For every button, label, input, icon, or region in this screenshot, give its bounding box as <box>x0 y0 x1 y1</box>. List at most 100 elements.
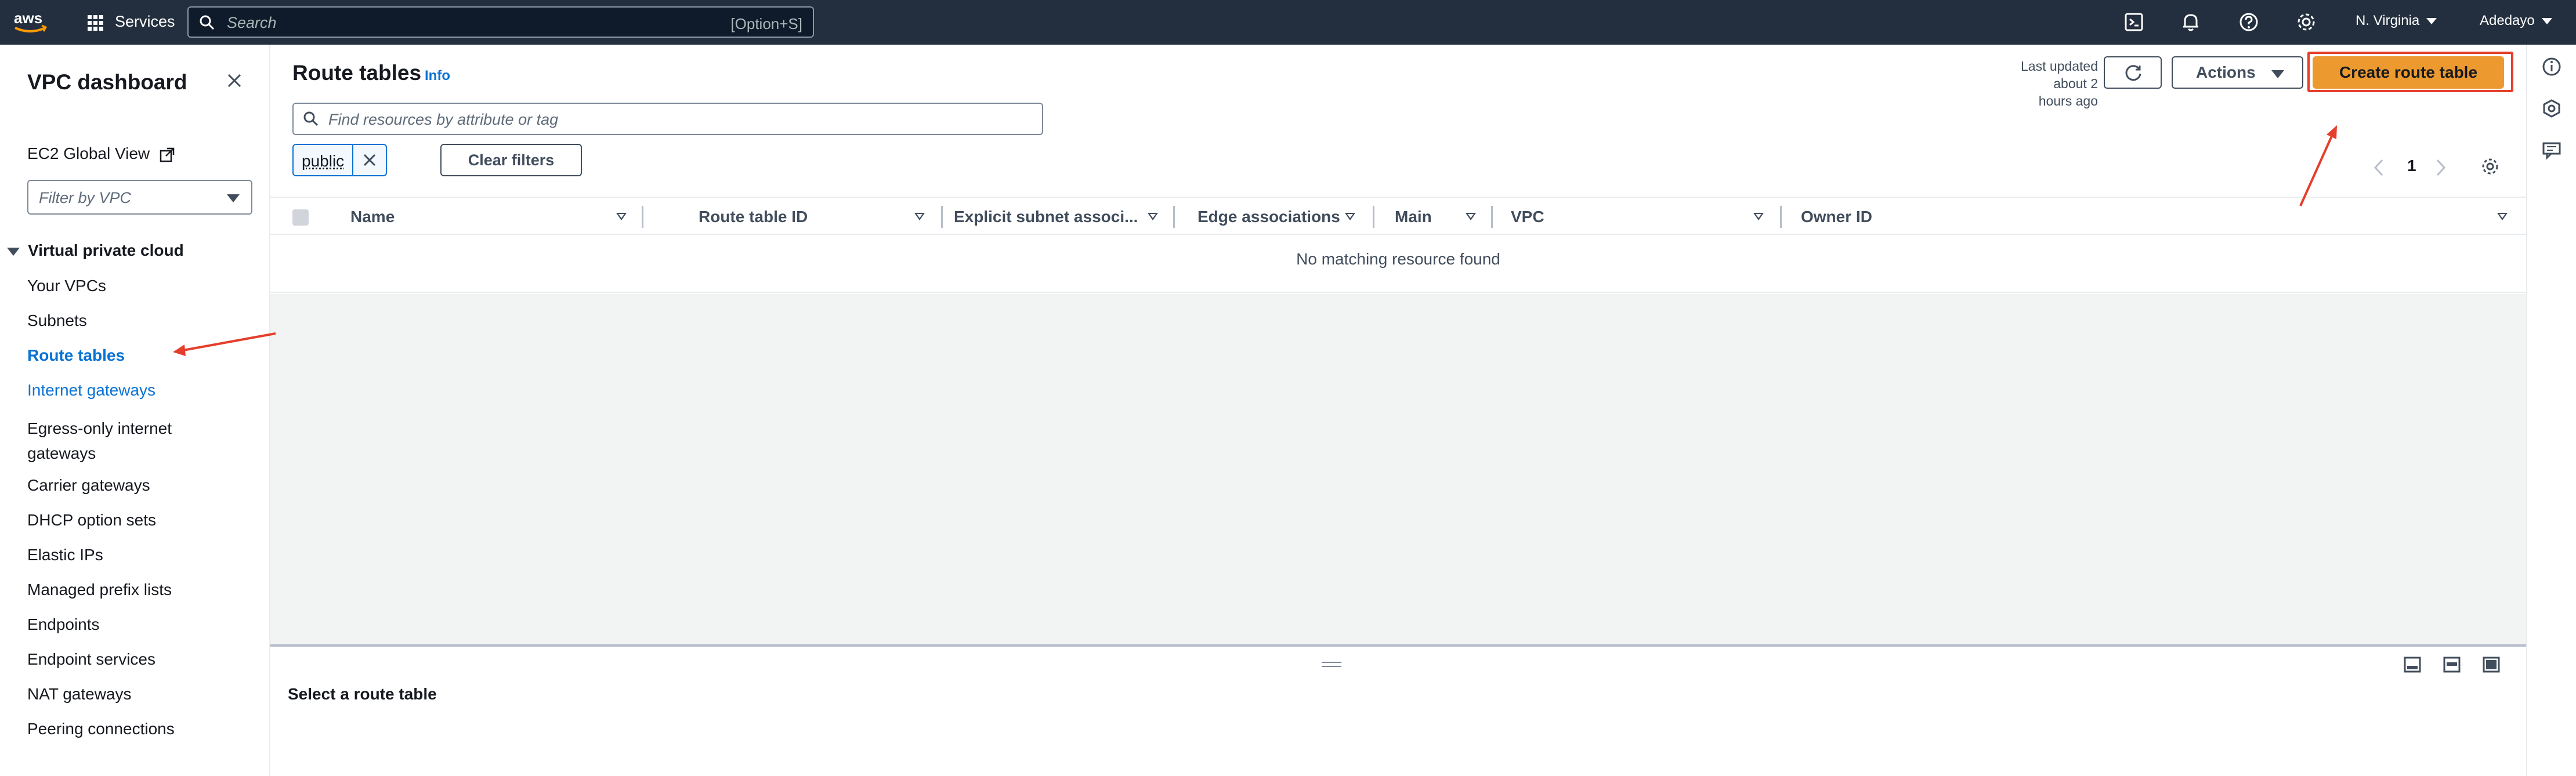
column-header-label: Main <box>1395 208 1432 226</box>
column-header-main[interactable]: Main <box>1395 198 1511 235</box>
sidebar-item-subnets[interactable]: Subnets <box>27 311 87 330</box>
right-tool-rail <box>2526 45 2576 776</box>
detail-panel-title: Select a route table <box>288 685 437 703</box>
column-header-name[interactable]: Name <box>350 198 664 235</box>
chevron-down-icon <box>2271 70 2284 78</box>
search-icon <box>303 111 319 126</box>
previous-page-icon[interactable] <box>2372 158 2386 177</box>
sidebar-item-nat-gateways[interactable]: NAT gateways <box>27 685 131 704</box>
column-header-label: Edge associations <box>1197 208 1340 226</box>
svg-text:aws: aws <box>14 9 42 27</box>
actions-button[interactable]: Actions <box>2172 56 2303 89</box>
column-divider[interactable] <box>1373 206 1374 228</box>
current-page[interactable]: 1 <box>2407 157 2416 175</box>
refresh-button[interactable] <box>2104 56 2162 89</box>
column-header-edge-associations[interactable]: Edge associations <box>1197 198 1395 235</box>
global-search[interactable]: [Option+S] <box>187 6 814 38</box>
settings-icon[interactable] <box>2295 10 2318 34</box>
last-updated-time: about 2 hours ago <box>2038 76 2098 108</box>
column-header-label: Owner ID <box>1801 208 1872 226</box>
services-menu[interactable]: Services <box>115 13 175 31</box>
explore-icon[interactable] <box>2541 98 2562 119</box>
aws-logo[interactable]: aws <box>13 7 49 37</box>
notifications-icon[interactable] <box>2179 10 2202 34</box>
sidebar-item-peering-connections[interactable]: Peering connections <box>27 720 175 738</box>
region-selector[interactable]: N. Virginia <box>2356 13 2437 29</box>
sidebar-item-dhcp-option-sets[interactable]: DHCP option sets <box>27 511 156 530</box>
column-divider[interactable] <box>642 206 643 228</box>
filter-token: public <box>292 144 388 176</box>
empty-state-row: No matching resource found <box>270 235 2526 293</box>
sidebar-item-endpoint-services[interactable]: Endpoint services <box>27 650 155 669</box>
close-icon[interactable] <box>223 69 246 92</box>
column-header-label: Route table ID <box>699 208 808 226</box>
column-divider[interactable] <box>941 206 943 228</box>
sort-icon <box>1753 213 1764 220</box>
sidebar-item-endpoints[interactable]: Endpoints <box>27 615 100 634</box>
remove-token-button[interactable] <box>353 145 386 175</box>
select-all-checkbox[interactable] <box>292 209 309 226</box>
sidebar-item-egress-only-internet-gateways[interactable]: Egress-only internet gateways <box>27 416 213 466</box>
filter-token-label[interactable]: public <box>294 145 354 175</box>
drag-handle-icon[interactable] <box>1322 662 1341 670</box>
sidebar-section-virtual-private-cloud[interactable]: Virtual private cloud <box>7 241 184 260</box>
info-icon[interactable] <box>2541 56 2562 77</box>
chevron-down-icon <box>2426 18 2437 25</box>
next-page-icon[interactable] <box>2434 158 2448 177</box>
sidebar-item-ec2-global-view[interactable]: EC2 Global View <box>27 144 175 163</box>
empty-state-message: No matching resource found <box>1296 250 1500 268</box>
column-header-label: VPC <box>1511 208 1544 226</box>
preferences-icon[interactable] <box>2480 156 2501 177</box>
sort-icon <box>2497 213 2508 220</box>
resource-filter[interactable] <box>292 103 1043 135</box>
last-updated: Last updated about 2 hours ago <box>2017 57 2098 110</box>
sidebar-item-managed-prefix-lists[interactable]: Managed prefix lists <box>27 581 172 599</box>
column-header-vpc[interactable]: VPC <box>1511 198 1801 235</box>
services-grid-icon[interactable] <box>87 14 104 32</box>
sort-icon <box>1466 213 1476 220</box>
global-search-input[interactable] <box>227 12 668 33</box>
vpc-filter-select[interactable]: Filter by VPC <box>27 180 252 215</box>
sidebar-item-internet-gateways[interactable]: Internet gateways <box>27 381 155 400</box>
column-header-label: Explicit subnet associ... <box>954 208 1138 226</box>
create-route-table-button[interactable]: Create route table <box>2313 56 2504 89</box>
column-divider[interactable] <box>1491 206 1493 228</box>
vpc-filter-placeholder: Filter by VPC <box>39 189 132 206</box>
sidebar-title[interactable]: VPC dashboard <box>27 70 187 95</box>
column-header-label: Name <box>350 208 395 226</box>
sidebar-item-route-tables[interactable]: Route tables <box>27 346 125 365</box>
clear-filters-button[interactable]: Clear filters <box>440 144 582 176</box>
refresh-icon <box>2125 65 2141 81</box>
panel-side-icon[interactable] <box>2443 655 2461 674</box>
search-shortcut: [Option+S] <box>730 15 802 32</box>
table-body-area <box>270 294 2526 644</box>
table-header: Name Route table ID Explicit subnet asso… <box>270 197 2526 235</box>
info-link[interactable]: Info <box>425 68 450 84</box>
feedback-icon[interactable] <box>2541 140 2562 161</box>
sidebar-item-carrier-gateways[interactable]: Carrier gateways <box>27 476 150 495</box>
split-panel-divider <box>270 644 2526 647</box>
column-header-route-table-id[interactable]: Route table ID <box>699 198 948 235</box>
sort-icon <box>1148 213 1158 220</box>
chevron-down-icon <box>2541 18 2552 25</box>
page-title: Route tables <box>292 61 422 85</box>
resource-filter-input[interactable] <box>328 108 967 130</box>
main-content: Route tables Info Last updated about 2 h… <box>270 45 2526 776</box>
panel-full-icon[interactable] <box>2482 655 2501 674</box>
column-divider[interactable] <box>1780 206 1782 228</box>
expand-caret-icon <box>7 247 20 256</box>
close-icon <box>364 154 376 166</box>
column-divider[interactable] <box>1173 206 1175 228</box>
column-header-explicit-subnet-associations[interactable]: Explicit subnet associ... <box>954 198 1197 235</box>
sort-icon <box>914 213 925 220</box>
sidebar-item-your-vpcs[interactable]: Your VPCs <box>27 277 106 295</box>
account-menu[interactable]: Adedayo <box>2480 13 2552 29</box>
panel-bottom-icon[interactable] <box>2403 655 2422 674</box>
sidebar-section-label: Virtual private cloud <box>28 241 184 259</box>
help-icon[interactable] <box>2237 10 2260 34</box>
cloudshell-icon[interactable] <box>2122 10 2146 34</box>
chevron-down-icon <box>227 194 240 202</box>
account-label: Adedayo <box>2480 13 2535 28</box>
column-header-owner-id[interactable]: Owner ID <box>1801 198 2520 235</box>
sidebar-item-elastic-ips[interactable]: Elastic IPs <box>27 546 103 564</box>
